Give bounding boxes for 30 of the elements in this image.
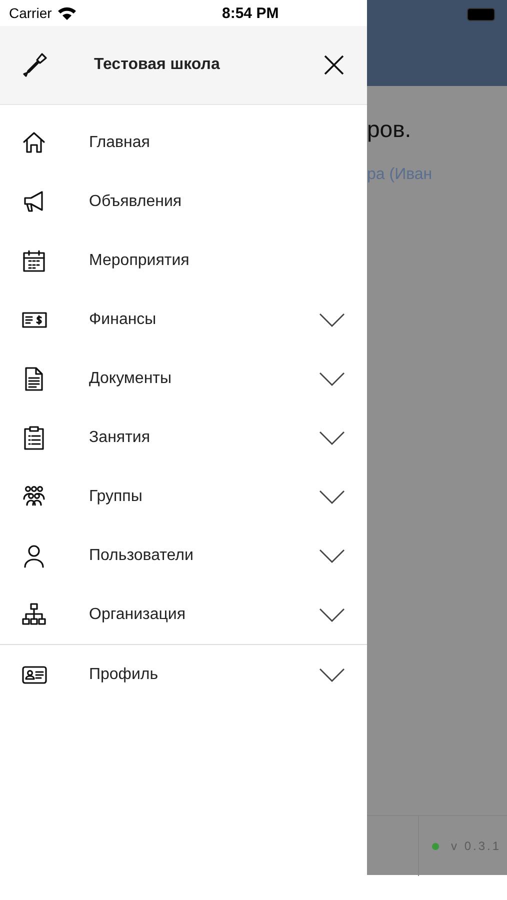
close-icon[interactable] xyxy=(323,54,345,76)
school-title: Тестовая школа xyxy=(94,56,221,74)
status-time: 8:54 PM xyxy=(222,5,279,22)
menu-item[interactable]: Группы xyxy=(0,467,367,526)
calendar-icon xyxy=(21,248,47,274)
menu-item[interactable]: Главная xyxy=(0,113,367,172)
menu-item[interactable]: Объявления xyxy=(0,172,367,231)
chevron-down-icon[interactable] xyxy=(319,608,345,622)
carrier-label: Carrier xyxy=(9,5,52,21)
home-icon xyxy=(21,130,47,156)
menu-item[interactable]: Организация xyxy=(0,585,367,644)
menu-item[interactable]: Профиль xyxy=(0,645,367,704)
chevron-down-icon[interactable] xyxy=(319,372,345,386)
menu-item[interactable]: Документы xyxy=(0,349,367,408)
chevron-down-icon[interactable] xyxy=(319,668,345,682)
user-icon xyxy=(21,542,47,568)
menu-item[interactable]: Финансы xyxy=(0,290,367,349)
menu-item[interactable]: Мероприятия xyxy=(0,231,367,290)
chevron-down-icon[interactable] xyxy=(319,490,345,504)
battery-icon xyxy=(467,8,495,21)
pipette-icon xyxy=(22,52,48,78)
menu-item[interactable]: Пользователи xyxy=(0,526,367,585)
chevron-down-icon[interactable] xyxy=(319,312,345,326)
page-heading: ров. xyxy=(367,116,412,143)
menu-item[interactable]: Занятия xyxy=(0,408,367,467)
clipboard-icon xyxy=(21,424,47,450)
org-chart-icon xyxy=(21,602,47,628)
chevron-down-icon[interactable] xyxy=(319,430,345,444)
chevron-down-icon[interactable] xyxy=(319,548,345,562)
wifi-icon xyxy=(56,6,77,20)
